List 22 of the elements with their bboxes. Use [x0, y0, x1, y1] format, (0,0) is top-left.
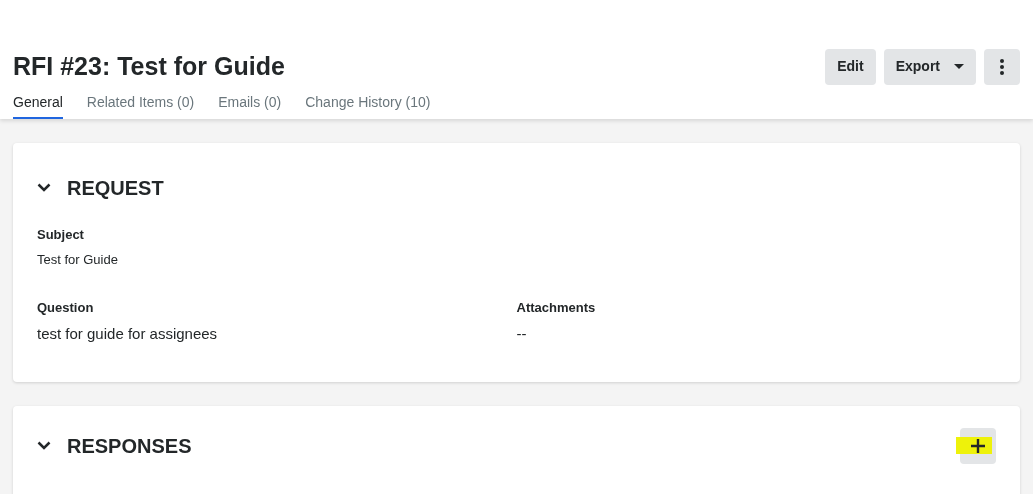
field-label: Subject [37, 225, 85, 244]
more-button[interactable] [984, 48, 1020, 85]
field-value: test for guide for assignees [37, 324, 219, 344]
section-title: RESPONSES [67, 433, 192, 459]
plus-icon [971, 438, 985, 453]
section-title: REQUEST [67, 175, 164, 201]
export-dropdown[interactable]: Export [883, 48, 976, 85]
field-label: Question [37, 298, 95, 317]
tab[interactable]: Related Items (0) [86, 91, 195, 119]
chevron-icon[interactable] [37, 183, 51, 192]
field-value: Test for Guide [37, 251, 119, 269]
caret-icon [954, 64, 964, 70]
chevron-icon[interactable] [37, 441, 51, 450]
field-label: Attachments [516, 298, 597, 317]
tab[interactable]: Emails (0) [218, 91, 282, 119]
field-value: -- [516, 324, 528, 344]
page-title: RFI #23: Test for Guide [13, 51, 285, 82]
tab[interactable]: General [13, 91, 63, 119]
highlight-mark [956, 436, 992, 454]
more-icon [1000, 58, 1004, 75]
tab[interactable]: Change History (10) [305, 91, 431, 119]
edit-button[interactable]: Edit [825, 48, 876, 85]
